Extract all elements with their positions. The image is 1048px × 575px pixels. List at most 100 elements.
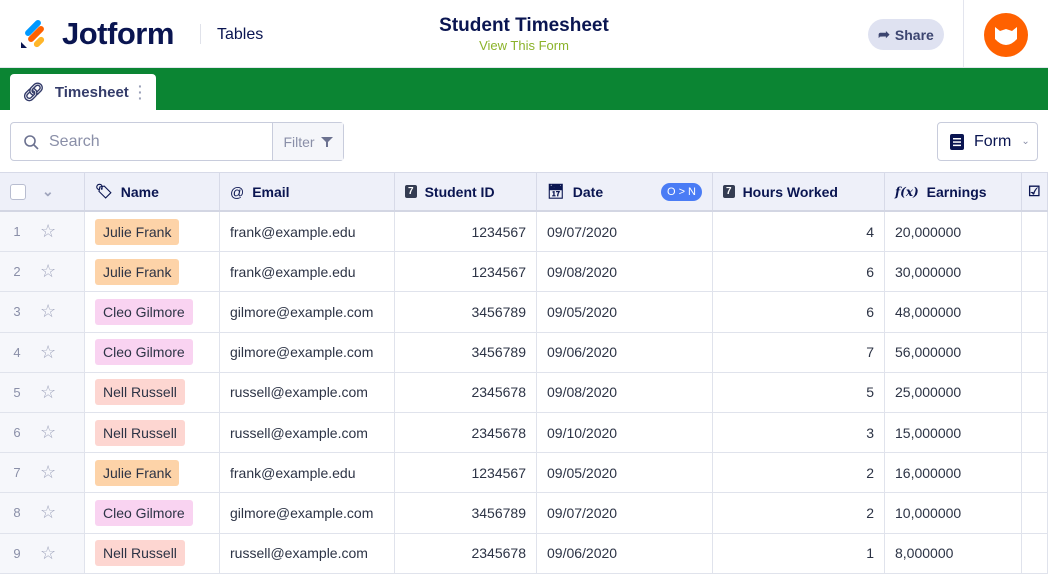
- cell-checkbox[interactable]: [1022, 252, 1048, 292]
- table-row[interactable]: 6 ☆ Nell Russell russell@example.com 2345…: [0, 412, 1048, 454]
- star-icon[interactable]: ☆: [40, 422, 56, 443]
- chevron-down-icon[interactable]: ⌄: [42, 183, 54, 200]
- cell-earnings[interactable]: 15,000000: [885, 412, 1022, 453]
- cell-earnings[interactable]: 8,000000: [885, 533, 1022, 573]
- cell-checkbox[interactable]: [1022, 493, 1048, 533]
- column-header-hours-worked[interactable]: 7 Hours Worked: [713, 173, 885, 210]
- star-icon[interactable]: ☆: [40, 261, 56, 282]
- search-input[interactable]: Search: [11, 123, 272, 160]
- column-header-date[interactable]: 📅︎ Date O > N: [537, 173, 713, 210]
- cell-checkbox[interactable]: [1022, 412, 1048, 453]
- table-row[interactable]: 5 ☆ Nell Russell russell@example.com 2345…: [0, 372, 1048, 413]
- cell-earnings[interactable]: 30,000000: [885, 252, 1022, 292]
- table-row[interactable]: 7 ☆ Julie Frank frank@example.edu 1234567…: [0, 453, 1048, 494]
- star-icon[interactable]: ☆: [40, 342, 56, 363]
- star-icon[interactable]: ☆: [40, 382, 56, 403]
- cell-earnings[interactable]: 16,000000: [885, 453, 1022, 493]
- cell-hours-worked[interactable]: 5: [713, 372, 885, 412]
- column-header-student-id[interactable]: 7 Student ID: [395, 173, 537, 210]
- cell-hours-worked[interactable]: 2: [713, 453, 885, 493]
- cell-email[interactable]: russell@example.com: [220, 412, 395, 453]
- star-icon[interactable]: ☆: [40, 543, 56, 564]
- cell-student-id[interactable]: 2345678: [395, 533, 537, 573]
- cell-hours-worked[interactable]: 3: [713, 412, 885, 453]
- cell-hours-worked[interactable]: 4: [713, 212, 885, 252]
- form-view-button[interactable]: Form ⌄: [937, 122, 1038, 161]
- filter-button[interactable]: Filter: [272, 123, 343, 160]
- cell-date[interactable]: 09/08/2020: [537, 372, 713, 412]
- cell-name[interactable]: Julie Frank: [85, 252, 220, 292]
- cell-date[interactable]: 09/06/2020: [537, 533, 713, 573]
- cell-student-id[interactable]: 1234567: [395, 212, 537, 252]
- cell-hours-worked[interactable]: 6: [713, 292, 885, 332]
- cell-name[interactable]: Nell Russell: [85, 372, 220, 412]
- cell-hours-worked[interactable]: 2: [713, 493, 885, 533]
- cell-student-id[interactable]: 3456789: [395, 493, 537, 533]
- cell-email[interactable]: russell@example.com: [220, 533, 395, 573]
- cell-checkbox[interactable]: [1022, 332, 1048, 372]
- cell-earnings[interactable]: 25,000000: [885, 372, 1022, 412]
- column-header-earnings[interactable]: f(x) Earnings: [885, 173, 1022, 210]
- column-header-checkbox[interactable]: ☑: [1022, 173, 1048, 210]
- star-icon[interactable]: ☆: [40, 462, 56, 483]
- cell-email[interactable]: gilmore@example.com: [220, 332, 395, 372]
- cell-student-id[interactable]: 2345678: [395, 412, 537, 453]
- column-header-email[interactable]: @ Email: [220, 173, 395, 210]
- cell-email[interactable]: gilmore@example.com: [220, 292, 395, 332]
- cell-hours-worked[interactable]: 6: [713, 252, 885, 292]
- cell-email[interactable]: gilmore@example.com: [220, 493, 395, 533]
- column-header-name[interactable]: 🏷︎ Name: [85, 173, 220, 210]
- cell-checkbox[interactable]: [1022, 453, 1048, 493]
- row-number: 4: [13, 344, 21, 360]
- cell-student-id[interactable]: 1234567: [395, 252, 537, 292]
- cell-student-id[interactable]: 2345678: [395, 372, 537, 412]
- cell-checkbox[interactable]: [1022, 292, 1048, 332]
- cell-name[interactable]: Julie Frank: [85, 453, 220, 493]
- cell-name[interactable]: Cleo Gilmore: [85, 332, 220, 372]
- tab-timesheet[interactable]: 🔗︎ Timesheet · · ·: [10, 74, 156, 110]
- cell-date[interactable]: 09/05/2020: [537, 453, 713, 493]
- cell-earnings[interactable]: 56,000000: [885, 332, 1022, 372]
- cell-date[interactable]: 09/05/2020: [537, 292, 713, 332]
- cell-email[interactable]: russell@example.com: [220, 372, 395, 412]
- cell-checkbox[interactable]: [1022, 212, 1048, 252]
- table-row[interactable]: 2 ☆ Julie Frank frank@example.edu 1234567…: [0, 252, 1048, 293]
- cell-date[interactable]: 09/08/2020: [537, 252, 713, 292]
- cell-email[interactable]: frank@example.edu: [220, 453, 395, 493]
- cell-hours-worked[interactable]: 7: [713, 332, 885, 372]
- cell-earnings[interactable]: 20,000000: [885, 212, 1022, 252]
- cell-name[interactable]: Julie Frank: [85, 212, 220, 252]
- cell-student-id[interactable]: 1234567: [395, 453, 537, 493]
- cell-date[interactable]: 09/10/2020: [537, 412, 713, 453]
- cell-name[interactable]: Nell Russell: [85, 412, 220, 453]
- cell-name[interactable]: Cleo Gilmore: [85, 292, 220, 332]
- star-icon[interactable]: ☆: [40, 221, 56, 242]
- share-button[interactable]: ➦ Share: [868, 19, 944, 50]
- select-all-checkbox[interactable]: [10, 183, 26, 200]
- cell-student-id[interactable]: 3456789: [395, 292, 537, 332]
- cell-date[interactable]: 09/07/2020: [537, 212, 713, 252]
- cell-email[interactable]: frank@example.edu: [220, 252, 395, 292]
- table-row[interactable]: 3 ☆ Cleo Gilmore gilmore@example.com 3456…: [0, 292, 1048, 333]
- avatar[interactable]: [984, 13, 1028, 57]
- table-row[interactable]: 8 ☆ Cleo Gilmore gilmore@example.com 3456…: [0, 493, 1048, 534]
- number-icon: 7: [723, 185, 735, 198]
- star-icon[interactable]: ☆: [40, 301, 56, 322]
- table-row[interactable]: 1 ☆ Julie Frank frank@example.edu 1234567…: [0, 212, 1048, 253]
- sort-badge[interactable]: O > N: [660, 182, 702, 201]
- cell-date[interactable]: 09/07/2020: [537, 493, 713, 533]
- star-icon[interactable]: ☆: [40, 502, 56, 523]
- cell-hours-worked[interactable]: 1: [713, 533, 885, 573]
- table-row[interactable]: 4 ☆ Cleo Gilmore gilmore@example.com 3456…: [0, 332, 1048, 373]
- table-row[interactable]: 9 ☆ Nell Russell russell@example.com 2345…: [0, 533, 1048, 574]
- cell-student-id[interactable]: 3456789: [395, 332, 537, 372]
- cell-name[interactable]: Nell Russell: [85, 533, 220, 573]
- cell-checkbox[interactable]: [1022, 372, 1048, 412]
- cell-name[interactable]: Cleo Gilmore: [85, 493, 220, 533]
- cell-checkbox[interactable]: [1022, 533, 1048, 573]
- more-options-icon[interactable]: · · ·: [138, 79, 143, 105]
- cell-earnings[interactable]: 10,000000: [885, 493, 1022, 533]
- cell-date[interactable]: 09/06/2020: [537, 332, 713, 372]
- cell-earnings[interactable]: 48,000000: [885, 292, 1022, 332]
- cell-email[interactable]: frank@example.edu: [220, 212, 395, 252]
